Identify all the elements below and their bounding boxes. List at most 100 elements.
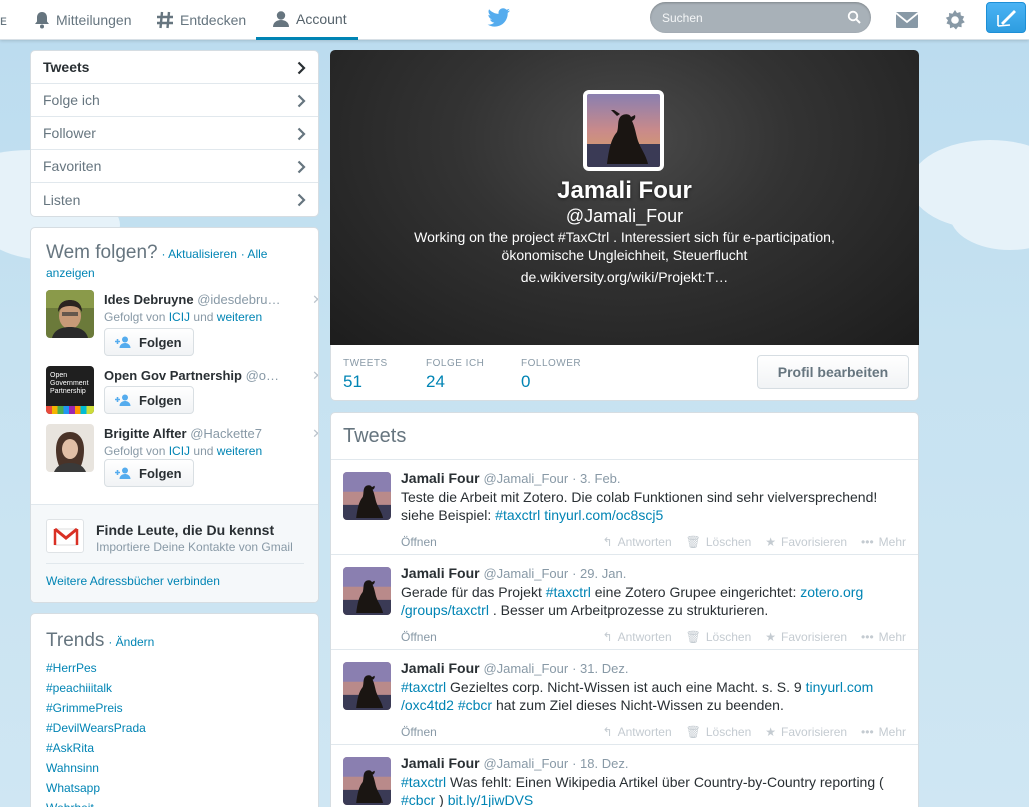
edit-profile-button[interactable]: Profil bearbeiten [757,355,909,389]
twitter-bird-icon[interactable] [487,8,511,31]
follow-button[interactable]: Folgen [104,328,194,356]
search-input[interactable] [662,8,842,27]
delete-button[interactable]: 🗑︎ Löschen [686,630,752,644]
tweet-text: #taxctrl Was fehlt: Einen Wikipedia Arti… [401,774,884,807]
delete-button[interactable]: 🗑︎ Löschen [686,725,752,739]
profile-url[interactable]: de.wikiversity.org/wiki/Projekt:T… [330,269,919,285]
trend-item[interactable]: #DevilWearsPrada [46,718,146,738]
hash-icon [156,11,174,29]
reply-icon: ↰ [602,630,613,644]
menu-item-followers[interactable]: Follower [31,117,318,150]
reply-icon: ↰ [602,725,613,739]
nav-item-home-fragment[interactable]: ᴇ [0,0,7,40]
more-address-books-link[interactable]: Weitere Adressbücher verbinden [46,574,220,588]
avatar[interactable] [46,424,94,472]
more-button[interactable]: ••• Mehr [861,725,906,739]
reply-button[interactable]: ↰ Antworten [603,535,672,549]
menu-item-label: Tweets [43,59,90,75]
more-link[interactable]: weiteren [217,310,262,324]
suggestion-name[interactable]: Brigitte Alfter @Hackette7 [104,426,262,441]
reply-button[interactable]: ↰ Antworten [603,725,672,739]
trend-item[interactable]: Whatsapp [46,778,146,798]
find-people-title[interactable]: Finde Leute, die Du kennst [96,522,274,538]
tweet-avatar[interactable] [343,567,391,615]
messages-icon[interactable] [893,6,921,34]
trends: Trends · Ändern #HerrPes #peachiiitalk #… [30,613,319,807]
favorite-button[interactable]: ★ Favorisieren [765,630,847,644]
trend-item[interactable]: #AskRita [46,738,146,758]
profile-bio: Working on the project #TaxCtrl . Intere… [414,229,835,263]
refresh-link[interactable]: · Aktualisieren [162,247,237,261]
tweet[interactable]: Jamali Four @Jamali_Four · 3. Feb. Teste… [331,459,918,554]
open-tweet-link[interactable]: Öffnen [401,725,437,739]
dismiss-icon[interactable]: ✕ [312,368,318,384]
chevron-right-icon [297,127,306,141]
favorite-button[interactable]: ★ Favorisieren [765,725,847,739]
search-box[interactable] [650,2,871,33]
tweet-avatar[interactable] [343,757,391,805]
suggestion-item: Brigitte Alfter @Hackette7 Gefolgt von I… [46,424,318,487]
change-trends-link[interactable]: · Ändern [108,635,154,649]
nav-item-notifications[interactable]: Mitteilungen [34,0,132,40]
stat-tweets[interactable]: TWEETS 51 [343,358,388,392]
tweet[interactable]: Jamali Four @Jamali_Four · 29. Jan. Gera… [331,554,918,649]
stat-followers[interactable]: FOLLOWER 0 [521,358,581,392]
trend-item[interactable]: Wahnsinn [46,758,146,778]
more-button[interactable]: ••• Mehr [861,630,906,644]
open-tweet-link[interactable]: Öffnen [401,535,437,549]
tweet[interactable]: Jamali Four @Jamali_Four · 31. Dez. #tax… [331,649,918,744]
gear-icon[interactable] [941,6,969,34]
compose-tweet-button[interactable] [986,2,1026,33]
reply-button[interactable]: ↰ Antworten [603,630,672,644]
star-icon: ★ [765,630,777,644]
more-link[interactable]: weiteren [217,444,262,458]
followed-by-link[interactable]: ICIJ [169,444,190,458]
tweet[interactable]: Jamali Four @Jamali_Four · 18. Dez. #tax… [331,744,918,807]
trend-item[interactable]: #peachiiitalk [46,678,146,698]
tweet-header: Jamali Four @Jamali_Four · 29. Jan. [401,565,627,581]
trash-icon: 🗑︎ [685,535,701,549]
who-to-follow-title: Wem folgen? [46,242,158,263]
trend-item[interactable]: Wehrheit [46,798,146,807]
dismiss-icon[interactable]: ✕ [312,292,318,308]
profile-stats: TWEETS 51 FOLGE ICH 24 FOLLOWER 0 Profil… [330,345,919,401]
more-button[interactable]: ••• Mehr [861,535,906,549]
dismiss-icon[interactable]: ✕ [312,426,318,442]
trend-item[interactable]: #GrimmePreis [46,698,146,718]
chevron-right-icon [297,61,306,75]
nav-item-discover[interactable]: Entdecken [156,0,246,40]
stat-following[interactable]: FOLGE ICH 24 [426,358,484,392]
open-tweet-link[interactable]: Öffnen [401,630,437,644]
add-user-icon [115,467,131,479]
tweet-avatar[interactable] [343,662,391,710]
suggestion-name[interactable]: Open Gov Partnership @o… [104,368,279,383]
followed-by-link[interactable]: ICIJ [169,310,190,324]
nav-item-account[interactable]: Account [256,0,358,40]
menu-item-lists[interactable]: Listen [31,183,318,216]
favorite-button[interactable]: ★ Favorisieren [765,535,847,549]
suggestion-item: Ides Debruyne @idesdebru… Gefolgt von IC… [46,290,318,356]
chevron-right-icon [297,160,306,174]
suggestion-name[interactable]: Ides Debruyne @idesdebru… [104,292,281,307]
profile-header: Jamali Four @Jamali_Four Working on the … [330,50,919,345]
menu-item-favorites[interactable]: Favoriten [31,150,318,183]
trend-item[interactable]: #HerrPes [46,658,146,678]
gmail-icon[interactable] [46,519,84,553]
avatar[interactable]: Open Government Partnership [46,366,94,414]
follow-button[interactable]: Folgen [104,386,194,414]
tweet-avatar[interactable] [343,472,391,520]
menu-item-following[interactable]: Folge ich [31,84,318,117]
menu-item-tweets[interactable]: Tweets [31,51,318,84]
trash-icon: 🗑︎ [685,725,701,739]
follow-button[interactable]: Folgen [104,459,194,487]
profile-avatar[interactable] [583,90,664,171]
delete-button[interactable]: 🗑︎ Löschen [686,535,752,549]
avatar[interactable] [46,290,94,338]
ellipsis-icon: ••• [861,725,874,739]
menu-item-label: Folge ich [43,92,100,108]
ellipsis-icon: ••• [861,630,874,644]
ellipsis-icon: ••• [861,535,874,549]
tweet-text: Teste die Arbeit mit Zotero. Die colab F… [401,489,878,523]
search-icon[interactable] [847,10,861,27]
tweets-title: Tweets [343,425,407,447]
